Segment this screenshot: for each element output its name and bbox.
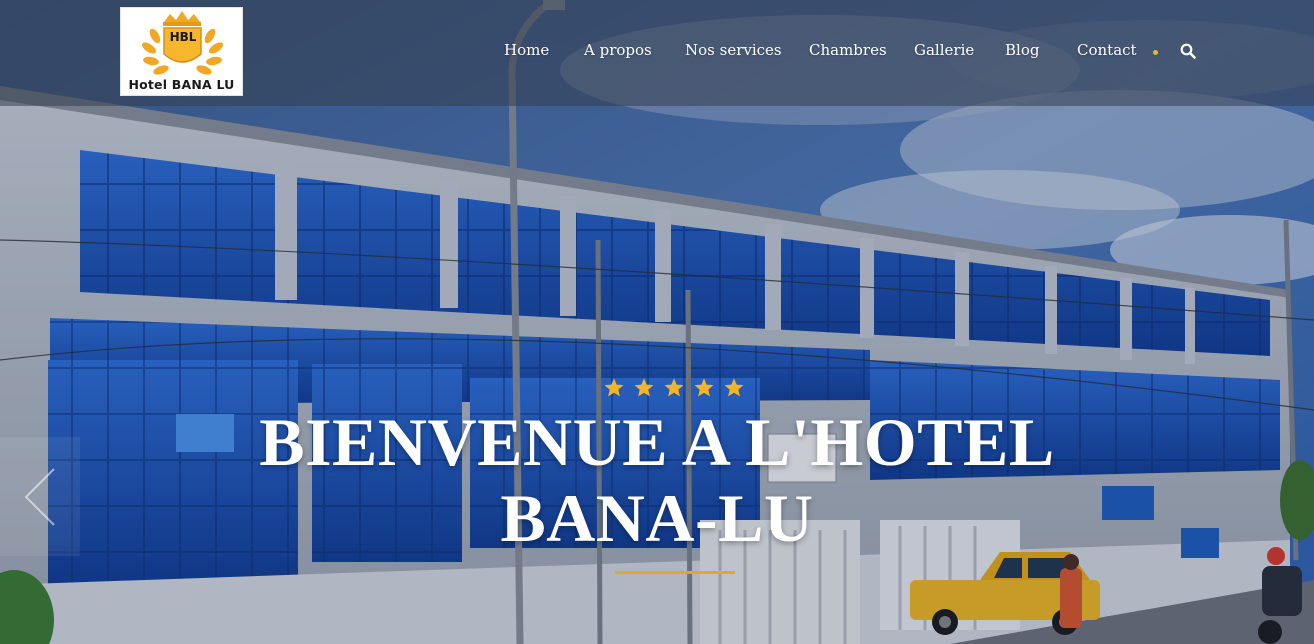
- chevron-left-icon: [24, 468, 55, 526]
- hero-title-line-1: BIENVENUE A L'HOTEL: [259, 404, 1055, 480]
- hero-title-underline: [615, 571, 735, 574]
- nav-item-home[interactable]: Home: [504, 41, 549, 59]
- hero-title-line-2: BANA-LU: [500, 480, 814, 556]
- nav-item-blog[interactable]: Blog: [1005, 41, 1039, 59]
- nav-item-gallerie[interactable]: Gallerie: [914, 41, 974, 59]
- hotel-logo[interactable]: HBL Hotel BANA LU: [120, 7, 243, 96]
- nav-item-chambres[interactable]: Chambres: [809, 41, 887, 59]
- star-icon: [724, 378, 744, 397]
- nav-separator-dot: [1153, 50, 1158, 55]
- star-icon: [694, 378, 714, 397]
- logo-text: Hotel BANA LU: [128, 77, 235, 92]
- nav-item-contact[interactable]: Contact: [1077, 41, 1137, 59]
- nav-item-a-propos[interactable]: A propos: [584, 41, 652, 59]
- slider-prev-button[interactable]: [0, 437, 80, 556]
- star-icon: [664, 378, 684, 397]
- search-icon[interactable]: [1180, 43, 1196, 59]
- hero-title: BIENVENUE A L'HOTEL BANA-LU: [257, 404, 1057, 556]
- site-header: HBL Hotel BANA LU Home A propos Nos serv…: [0, 0, 1314, 106]
- star-icon: [604, 378, 624, 397]
- star-icon: [634, 378, 654, 397]
- logo-monogram: HBL: [169, 30, 197, 44]
- nav-item-nos-services[interactable]: Nos services: [685, 41, 782, 59]
